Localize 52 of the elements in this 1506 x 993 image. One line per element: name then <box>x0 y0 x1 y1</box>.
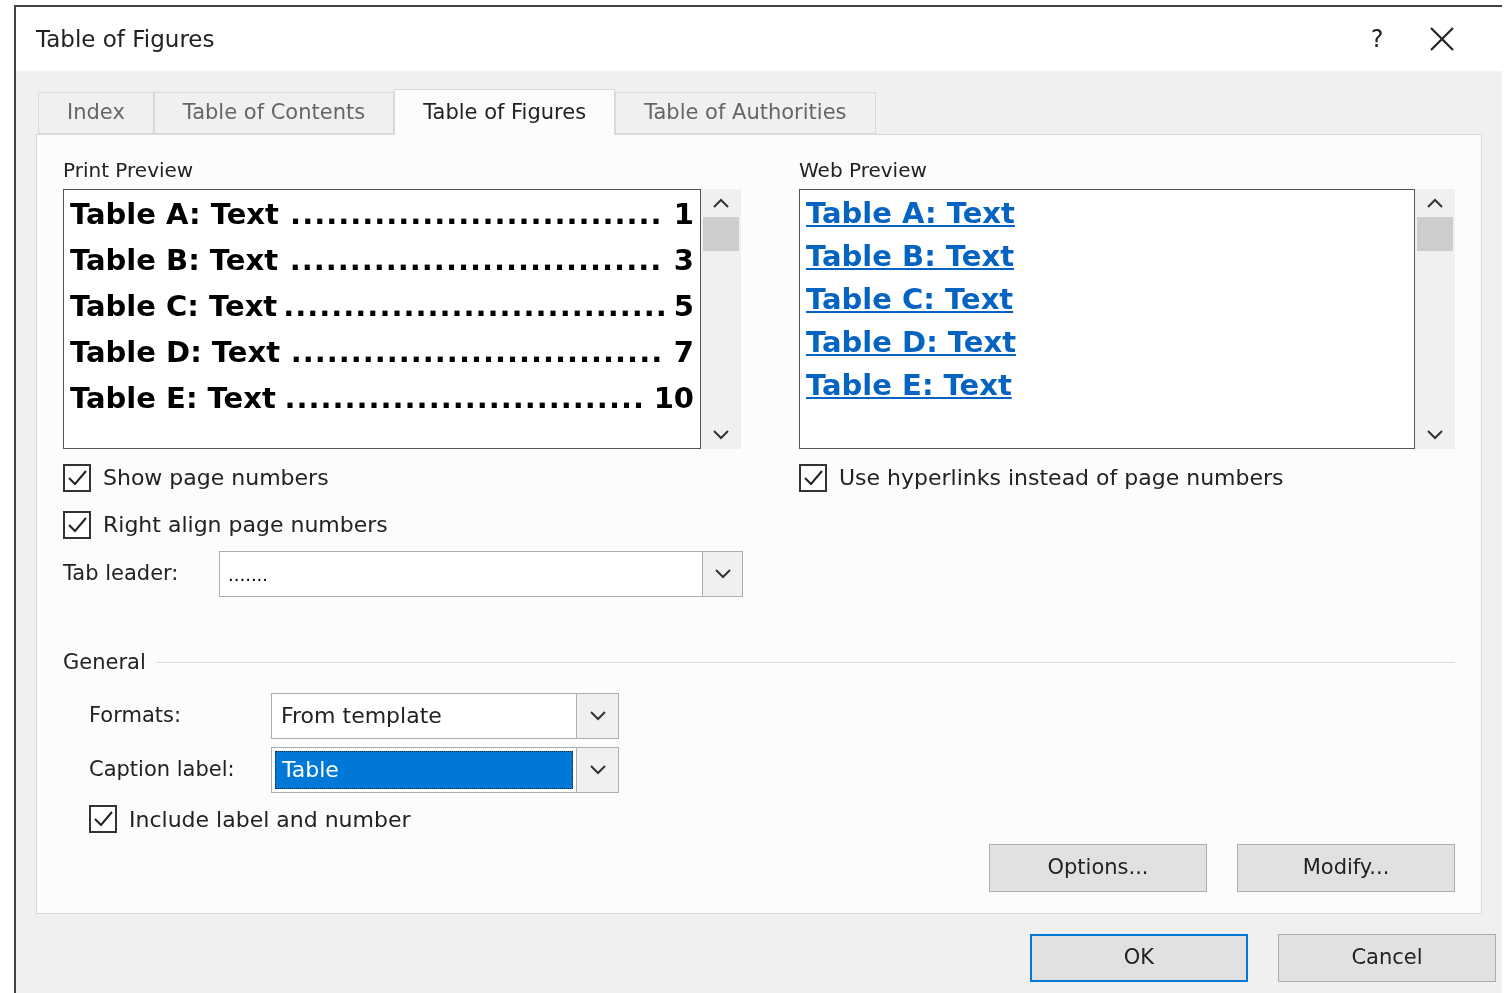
window-title: Table of Figures <box>36 24 215 54</box>
scroll-down-icon[interactable] <box>1426 429 1444 441</box>
field-label: Tab leader: <box>63 560 180 588</box>
dialog-button[interactable]: Options... <box>989 843 1207 892</box>
scroll-thumb[interactable] <box>1417 217 1453 251</box>
section-label: Web Preview <box>799 157 928 184</box>
checkbox[interactable] <box>63 510 91 539</box>
caret-icon[interactable] <box>588 763 607 776</box>
group-title: General <box>63 649 146 676</box>
scroll-up-icon[interactable] <box>1426 197 1444 209</box>
checkbox-label: Right align page numbers <box>103 511 388 539</box>
tab-leader-dropdown[interactable]: ....... <box>219 551 743 597</box>
field-label: Caption label: <box>89 755 236 783</box>
preview-link[interactable]: Table B: Text <box>806 235 1408 278</box>
preview-entry: Table A: Text ............................... 1 <box>70 196 694 234</box>
tab[interactable]: Table of Authorities <box>615 92 876 134</box>
scroll-thumb[interactable] <box>703 217 739 251</box>
scroll-up-icon[interactable] <box>712 197 730 209</box>
dialog-button[interactable]: Cancel <box>1278 934 1496 982</box>
scrollbar[interactable] <box>1415 189 1455 449</box>
preview-link[interactable]: Table C: Text <box>806 278 1408 321</box>
checkbox-label: Include label and number <box>129 805 411 834</box>
checkbox[interactable] <box>799 463 827 492</box>
preview-entry: Table B: Text ............................... 3 <box>70 242 694 280</box>
checkbox-label: Use hyperlinks instead of page numbers <box>839 464 1284 492</box>
dropdown-value: Table <box>275 750 573 789</box>
checkbox-label: Show page numbers <box>103 464 329 492</box>
dropdown-value: From template <box>280 702 443 730</box>
tab[interactable]: Index <box>38 92 154 134</box>
checkbox[interactable] <box>63 463 91 492</box>
checkbox[interactable] <box>89 805 117 833</box>
preview-entry: Table C: Text ................................ 5 <box>70 288 694 326</box>
field-label: Formats: <box>89 701 183 729</box>
dialog-button[interactable]: OK <box>1030 934 1248 982</box>
scroll-down-icon[interactable] <box>712 429 730 441</box>
close-icon <box>1429 26 1455 52</box>
caret-icon[interactable] <box>713 568 732 580</box>
preview-entry: Table E: Text .............................. 10 <box>70 380 694 418</box>
preview-entry: Table D: Text ............................... 7 <box>70 334 694 372</box>
dropdown[interactable]: Table <box>271 746 619 793</box>
dropdown[interactable]: From template <box>271 692 619 739</box>
tab[interactable]: Table of Contents <box>153 92 395 134</box>
preview-link[interactable]: Table A: Text <box>806 192 1408 235</box>
scrollbar[interactable] <box>701 189 741 449</box>
help-button[interactable]: ? <box>1352 21 1402 57</box>
preview-link[interactable]: Table D: Text <box>806 321 1408 364</box>
dialog-button[interactable]: Modify... <box>1237 843 1455 892</box>
dropdown-value: ....... <box>227 562 270 587</box>
caret-icon[interactable] <box>588 709 607 722</box>
section-label: Print Preview <box>63 157 195 184</box>
preview-link[interactable]: Table E: Text <box>806 364 1408 407</box>
tab[interactable]: Table of Figures <box>394 89 616 135</box>
